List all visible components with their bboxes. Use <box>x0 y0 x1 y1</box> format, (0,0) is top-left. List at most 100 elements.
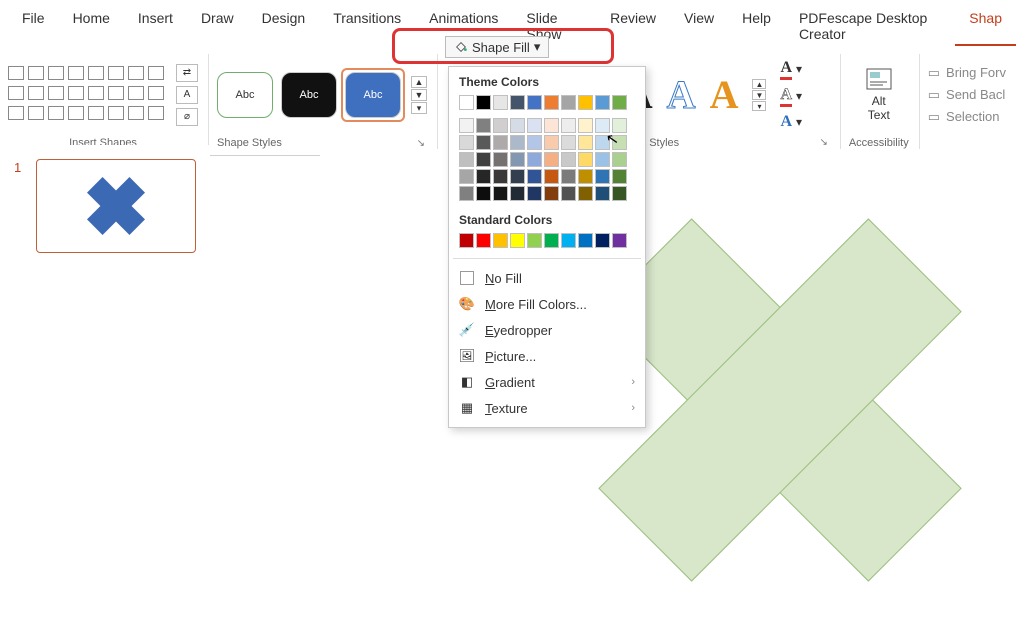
color-swatch[interactable] <box>459 169 474 184</box>
color-swatch[interactable] <box>578 118 593 133</box>
style-preview-1[interactable]: Abc <box>217 72 273 118</box>
color-swatch[interactable] <box>544 95 559 110</box>
style-gallery-more[interactable]: ▾ <box>411 102 427 114</box>
color-swatch[interactable] <box>510 169 525 184</box>
color-swatch[interactable] <box>561 186 576 201</box>
shape-fill-button[interactable]: Shape Fill ▾ <box>445 36 549 58</box>
style-gallery-up[interactable]: ▲ <box>411 76 427 88</box>
color-swatch[interactable] <box>459 152 474 167</box>
color-swatch[interactable] <box>493 135 508 150</box>
color-swatch[interactable] <box>544 233 559 248</box>
gradient-fill-item[interactable]: ◧ Gradient › <box>449 369 645 395</box>
merge-shapes-button[interactable]: ⌀ <box>176 108 198 126</box>
color-swatch[interactable] <box>527 152 542 167</box>
color-swatch[interactable] <box>459 186 474 201</box>
menu-transitions[interactable]: Transitions <box>319 6 415 46</box>
wordart-preview-2[interactable]: A <box>667 75 696 115</box>
picture-fill-item[interactable]: 🖼 Picture... <box>449 343 645 369</box>
menu-file[interactable]: File <box>8 6 59 46</box>
color-swatch[interactable] <box>510 152 525 167</box>
color-swatch[interactable] <box>595 152 610 167</box>
color-swatch[interactable] <box>561 135 576 150</box>
color-swatch[interactable] <box>493 186 508 201</box>
color-swatch[interactable] <box>578 169 593 184</box>
color-swatch[interactable] <box>544 169 559 184</box>
color-swatch[interactable] <box>510 186 525 201</box>
color-swatch[interactable] <box>476 169 491 184</box>
color-swatch[interactable] <box>595 186 610 201</box>
color-swatch[interactable] <box>476 135 491 150</box>
color-swatch[interactable] <box>595 95 610 110</box>
text-fill-button[interactable]: A▾ <box>780 59 802 80</box>
text-outline-button[interactable]: A▾ <box>780 86 802 107</box>
shapes-gallery[interactable] <box>8 66 166 124</box>
slide-canvas[interactable] <box>320 150 1024 629</box>
menu-home[interactable]: Home <box>59 6 124 46</box>
no-fill-item[interactable]: No Fill <box>449 265 645 291</box>
wordart-gallery-more[interactable]: ▾ <box>752 101 766 111</box>
color-swatch[interactable] <box>476 152 491 167</box>
eyedropper-item[interactable]: 💉 Eyedropper <box>449 317 645 343</box>
color-swatch[interactable] <box>476 95 491 110</box>
style-preview-3[interactable]: Abc <box>345 72 401 118</box>
color-swatch[interactable] <box>544 135 559 150</box>
color-swatch[interactable] <box>578 152 593 167</box>
color-swatch[interactable] <box>612 233 627 248</box>
color-swatch[interactable] <box>561 152 576 167</box>
color-swatch[interactable] <box>510 95 525 110</box>
color-swatch[interactable] <box>595 169 610 184</box>
menu-view[interactable]: View <box>670 6 728 46</box>
alt-text-button[interactable]: Alt Text <box>856 62 902 126</box>
style-preview-2[interactable]: Abc <box>281 72 337 118</box>
menu-draw[interactable]: Draw <box>187 6 248 46</box>
wordart-gallery-up[interactable]: ▲ <box>752 79 766 89</box>
color-swatch[interactable] <box>493 233 508 248</box>
text-box-button[interactable]: A <box>176 86 198 104</box>
color-swatch[interactable] <box>561 233 576 248</box>
bring-forward-button[interactable]: ▭Bring Forv <box>928 65 1006 81</box>
color-swatch[interactable] <box>612 169 627 184</box>
color-swatch[interactable] <box>544 118 559 133</box>
color-swatch[interactable] <box>561 118 576 133</box>
color-swatch[interactable] <box>578 95 593 110</box>
menu-design[interactable]: Design <box>248 6 320 46</box>
color-swatch[interactable] <box>578 233 593 248</box>
color-swatch[interactable] <box>476 118 491 133</box>
color-swatch[interactable] <box>544 152 559 167</box>
menu-shape-format[interactable]: Shap <box>955 6 1016 46</box>
color-swatch[interactable] <box>578 135 593 150</box>
color-swatch[interactable] <box>544 186 559 201</box>
color-swatch[interactable] <box>527 118 542 133</box>
color-swatch[interactable] <box>561 169 576 184</box>
wordart-preview-3[interactable]: A <box>710 75 739 115</box>
menu-review[interactable]: Review <box>596 6 670 46</box>
color-swatch[interactable] <box>476 233 491 248</box>
color-swatch[interactable] <box>459 233 474 248</box>
color-swatch[interactable] <box>493 118 508 133</box>
menu-insert[interactable]: Insert <box>124 6 187 46</box>
wordart-gallery-down[interactable]: ▼ <box>752 90 766 100</box>
color-swatch[interactable] <box>459 95 474 110</box>
color-swatch[interactable] <box>493 95 508 110</box>
selected-shape-cross[interactable] <box>610 230 950 570</box>
color-swatch[interactable] <box>561 95 576 110</box>
color-swatch[interactable] <box>612 95 627 110</box>
color-swatch[interactable] <box>510 118 525 133</box>
color-swatch[interactable] <box>459 118 474 133</box>
more-fill-colors-item[interactable]: 🎨 More Fill Colors... <box>449 291 645 317</box>
color-swatch[interactable] <box>527 95 542 110</box>
color-swatch[interactable] <box>493 169 508 184</box>
color-swatch[interactable] <box>595 233 610 248</box>
edit-shape-button[interactable]: ⇄ <box>176 64 198 82</box>
selection-pane-button[interactable]: ▭Selection <box>928 109 1006 125</box>
send-backward-button[interactable]: ▭Send Bacl <box>928 87 1006 103</box>
color-swatch[interactable] <box>459 135 474 150</box>
shape-styles-launcher-icon[interactable]: ↘ <box>417 138 427 149</box>
text-effects-button[interactable]: A▾ <box>780 113 802 131</box>
menu-help[interactable]: Help <box>728 6 785 46</box>
color-swatch[interactable] <box>493 152 508 167</box>
menu-pdfescape[interactable]: PDFescape Desktop Creator <box>785 6 955 46</box>
wordart-launcher-icon[interactable]: ↘ <box>819 137 829 149</box>
color-swatch[interactable] <box>612 186 627 201</box>
color-swatch[interactable] <box>578 186 593 201</box>
